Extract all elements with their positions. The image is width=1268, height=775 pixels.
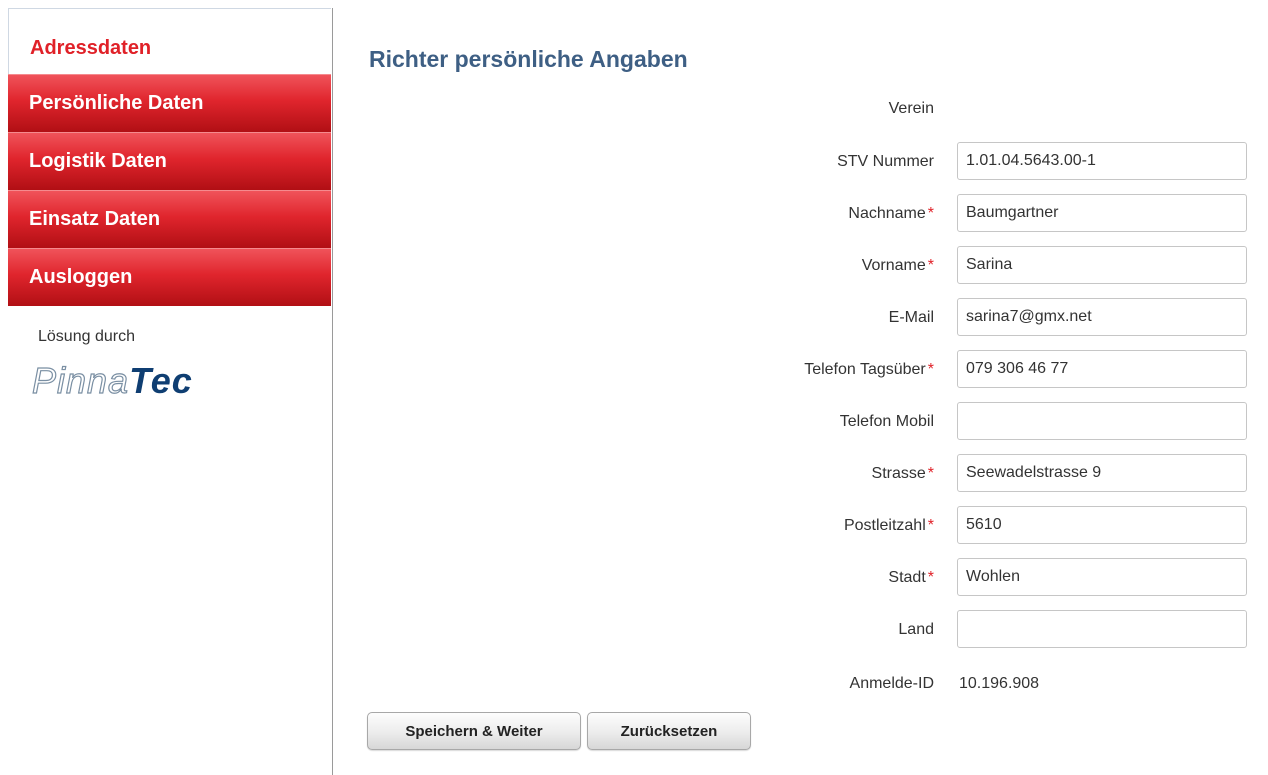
page-title: Richter persönliche Angaben xyxy=(369,46,688,72)
sidebar-item-einsatz-daten[interactable]: Einsatz Daten xyxy=(8,190,331,248)
save-continue-button[interactable]: Speichern & Weiter xyxy=(367,712,581,750)
sidebar: Adressdaten Persönliche Daten Logistik D… xyxy=(8,8,333,775)
stadt-label-text: Stadt xyxy=(888,569,926,586)
email-label-text: E-Mail xyxy=(888,309,934,326)
strasse-label: Strasse * xyxy=(634,465,934,483)
stv-nummer-label: STV Nummer xyxy=(634,153,934,171)
email-label: E-Mail xyxy=(634,309,934,327)
anmelde-id-label-text: Anmelde-ID xyxy=(849,675,934,692)
stv-nummer-field[interactable] xyxy=(957,142,1247,180)
nachname-label: Nachname * xyxy=(634,205,934,223)
stadt-field[interactable] xyxy=(957,558,1247,596)
sidebar-item-adressdaten[interactable]: Adressdaten xyxy=(8,8,331,74)
sidebar-item-label: Persönliche Daten xyxy=(29,92,204,114)
vorname-field[interactable] xyxy=(957,246,1247,284)
credit-text: Lösung durch xyxy=(38,328,135,345)
required-marker: * xyxy=(927,517,934,534)
anmelde-id-value: 10.196.908 xyxy=(959,675,1040,692)
postleitzahl-label: Postleitzahl * xyxy=(634,517,934,535)
page: Adressdaten Persönliche Daten Logistik D… xyxy=(0,0,1268,775)
sidebar-item-label: Einsatz Daten xyxy=(29,208,161,230)
logo-part-2: Tec xyxy=(129,360,193,401)
land-label-text: Land xyxy=(898,621,934,638)
verein-label: Verein xyxy=(634,100,934,118)
vorname-label-text: Vorname xyxy=(861,257,926,274)
required-marker: * xyxy=(927,361,934,378)
strasse-label-text: Strasse xyxy=(871,465,926,482)
land-label: Land xyxy=(634,621,934,639)
sidebar-item-persoenliche-daten[interactable]: Persönliche Daten xyxy=(8,74,331,132)
required-marker: * xyxy=(927,569,934,586)
anmelde-id-label: Anmelde-ID xyxy=(634,675,934,693)
telefon-tagsueber-label: Telefon Tagsüber * xyxy=(634,361,934,379)
required-marker: * xyxy=(927,205,934,222)
sidebar-item-label: Logistik Daten xyxy=(29,150,167,172)
pinnatec-logo: PinnaTec xyxy=(31,359,193,402)
email-field[interactable] xyxy=(957,298,1247,336)
nachname-field[interactable] xyxy=(957,194,1247,232)
sidebar-item-ausloggen[interactable]: Ausloggen xyxy=(8,248,331,306)
sidebar-item-label: Ausloggen xyxy=(29,266,133,288)
telefon-mobil-field[interactable] xyxy=(957,402,1247,440)
sidebar-item-label: Adressdaten xyxy=(30,37,152,59)
telefon-tagsueber-field[interactable] xyxy=(957,350,1247,388)
required-marker: * xyxy=(927,257,934,274)
vorname-label: Vorname * xyxy=(634,257,934,275)
telefon-mobil-label-text: Telefon Mobil xyxy=(839,413,934,430)
main-content: Richter persönliche Angaben Verein STV N… xyxy=(333,8,1268,775)
land-field[interactable] xyxy=(957,610,1247,648)
telefon-tagsueber-label-text: Telefon Tagsüber xyxy=(804,361,926,378)
nachname-label-text: Nachname xyxy=(848,205,926,222)
required-marker: * xyxy=(927,465,934,482)
postleitzahl-label-text: Postleitzahl xyxy=(843,517,926,534)
telefon-mobil-label: Telefon Mobil xyxy=(634,413,934,431)
postleitzahl-field[interactable] xyxy=(957,506,1247,544)
sidebar-item-logistik-daten[interactable]: Logistik Daten xyxy=(8,132,331,190)
stv-nummer-label-text: STV Nummer xyxy=(837,153,934,170)
verein-label-text: Verein xyxy=(888,100,934,117)
stadt-label: Stadt * xyxy=(634,569,934,587)
reset-button[interactable]: Zurücksetzen xyxy=(587,712,751,750)
logo-part-1: Pinna xyxy=(31,359,130,401)
strasse-field[interactable] xyxy=(957,454,1247,492)
